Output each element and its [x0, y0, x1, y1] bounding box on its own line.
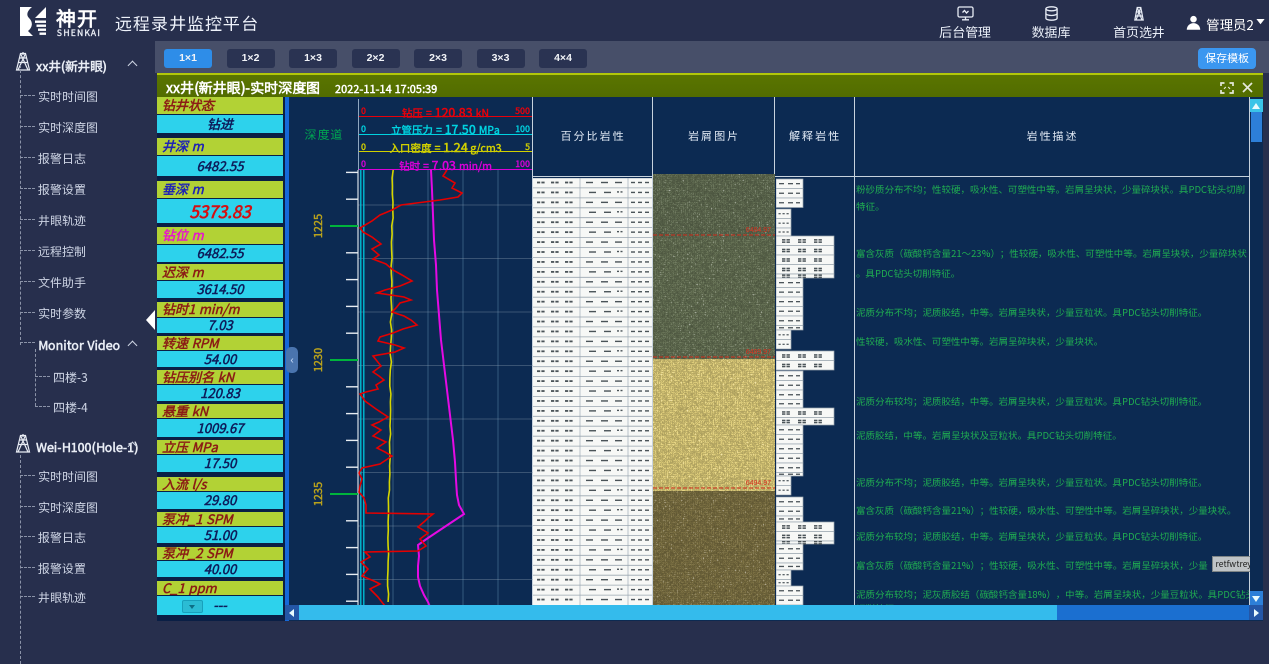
- svg-text:1225: 1225: [310, 213, 326, 238]
- svg-text:1235: 1235: [310, 481, 326, 506]
- svg-text:6484.97: 6484.97: [746, 227, 771, 234]
- svg-text:6494.97: 6494.97: [746, 480, 771, 487]
- svg-text:1230: 1230: [310, 347, 326, 372]
- svg-text:6489.97: 6489.97: [746, 349, 771, 356]
